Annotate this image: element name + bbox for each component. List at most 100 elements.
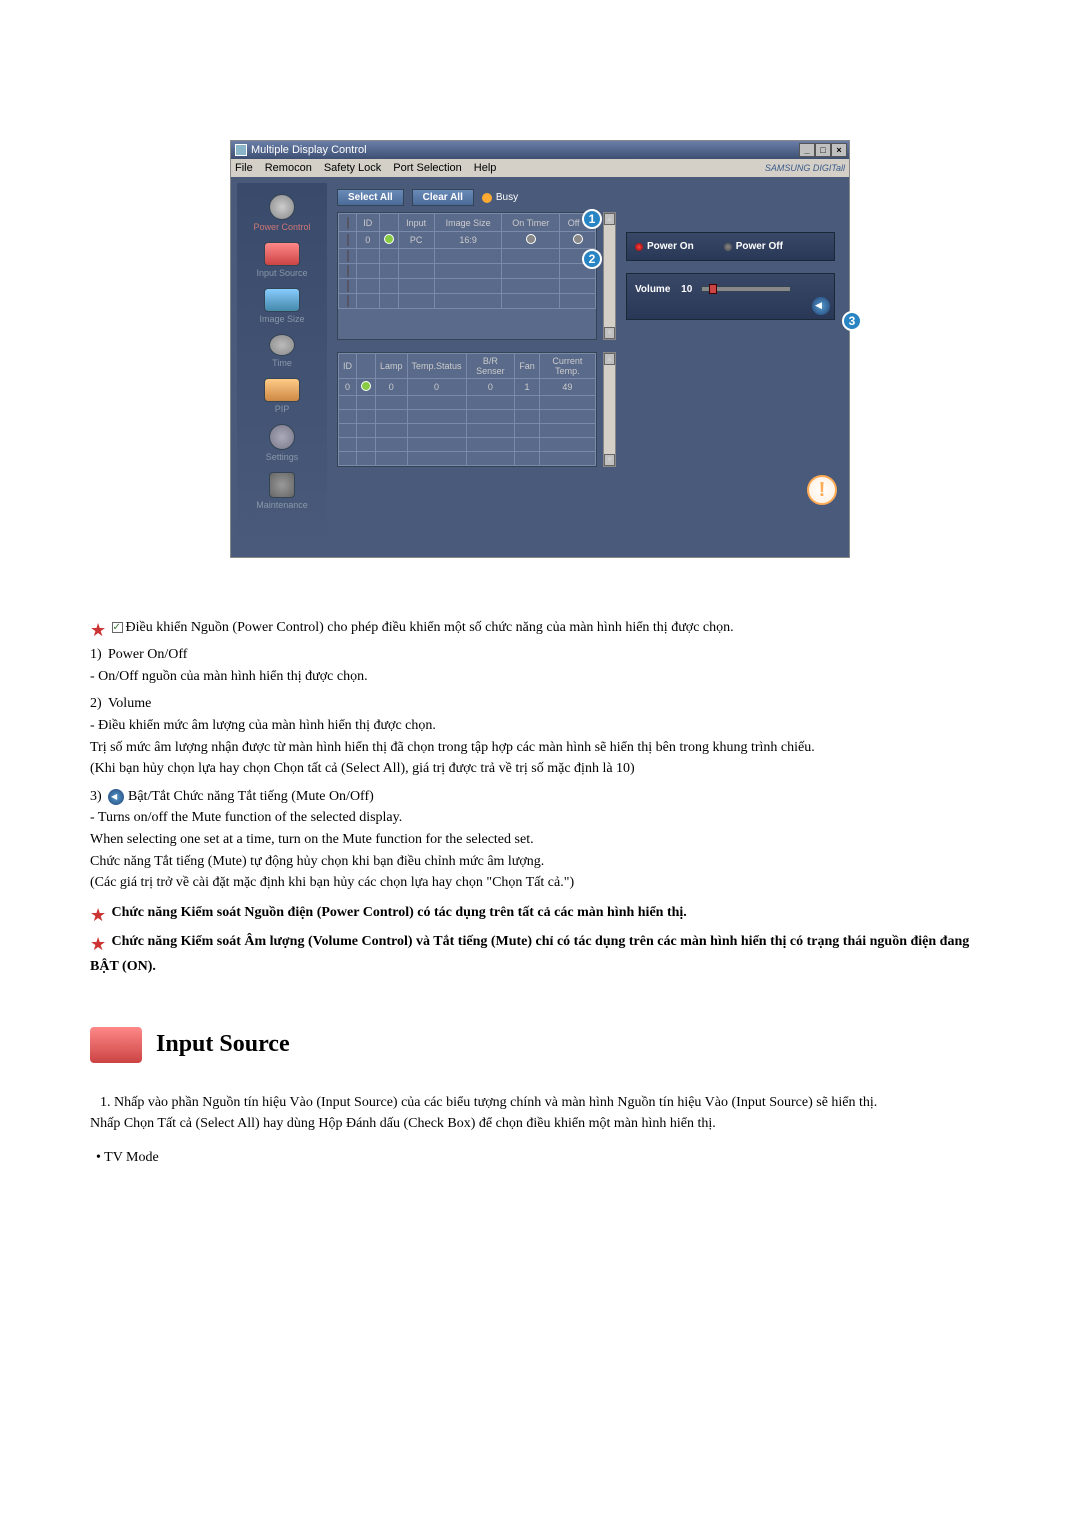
table-row[interactable] <box>339 424 596 438</box>
close-button[interactable]: × <box>831 143 847 157</box>
menu-remocon[interactable]: Remocon <box>265 162 312 174</box>
col2-lamp: Lamp <box>376 354 408 379</box>
section-title: Input Source <box>156 1028 290 1062</box>
cell-id: 0 <box>339 379 357 396</box>
table-row[interactable] <box>339 452 596 466</box>
callout-1: 1 <box>582 209 602 229</box>
window-title: Multiple Display Control <box>251 144 367 156</box>
sidebar-item-settings[interactable]: Settings <box>263 421 302 465</box>
radio-off-icon <box>724 243 732 251</box>
sidebar-label: Power Control <box>253 222 310 232</box>
item-title: Bật/Tắt Chức năng Tắt tiếng (Mute On/Off… <box>128 789 374 804</box>
window-buttons: _ □ × <box>799 143 847 157</box>
note-text: Chức năng Kiểm soát Nguồn điện (Power Co… <box>112 905 687 920</box>
table-row[interactable]: 0 PC 16:9 <box>339 232 596 249</box>
image-size-icon <box>264 288 300 312</box>
input-source-icon <box>90 1027 142 1063</box>
item-title: Volume <box>108 696 151 711</box>
cell-lamp: 0 <box>376 379 408 396</box>
power-off-button[interactable]: Power Off <box>724 241 783 252</box>
table-row[interactable] <box>339 279 596 294</box>
sidebar-label: Input Source <box>256 268 307 278</box>
warning-icon: ! <box>807 475 837 505</box>
timer-dot <box>526 234 536 244</box>
pip-icon <box>264 378 300 402</box>
timer-dot <box>573 234 583 244</box>
power-icon <box>269 194 295 220</box>
table-row[interactable] <box>339 264 596 279</box>
power-on-button[interactable]: Power On <box>635 241 694 252</box>
maintenance-icon <box>269 472 295 498</box>
table1-scrollbar[interactable]: ▲▼ <box>603 212 616 340</box>
document-body: ★ Điều khiển Nguồn (Power Control) cho p… <box>90 618 990 1167</box>
row-checkbox[interactable] <box>347 250 349 262</box>
right-controls: Power On Power Off Volume 10 3 <box>622 212 839 340</box>
menubar: File Remocon Safety Lock Port Selection … <box>231 159 849 177</box>
cell-br: 0 <box>466 379 515 396</box>
callout-3: 3 <box>842 311 862 331</box>
radio-on-icon <box>635 243 643 251</box>
table-row[interactable] <box>339 438 596 452</box>
table-row[interactable] <box>339 249 596 264</box>
tv-mode-text: • TV Mode <box>96 1148 990 1168</box>
clear-all-button[interactable]: Clear All <box>412 189 474 206</box>
list-text: Nhấp vào phần Nguồn tín hiệu Vào (Input … <box>114 1095 877 1110</box>
item-line: - On/Off nguồn của màn hình hiển thị đượ… <box>90 667 990 687</box>
busy-indicator: Busy <box>482 192 518 203</box>
header-checkbox[interactable] <box>347 217 349 229</box>
col-image-size: Image Size <box>434 214 502 232</box>
item-number: 3) <box>90 787 108 807</box>
power-on-label: Power On <box>647 241 694 252</box>
sidebar-item-pip[interactable]: PIP <box>261 375 303 417</box>
sidebar-item-maintenance[interactable]: Maintenance <box>253 469 311 513</box>
col2-id: ID <box>339 354 357 379</box>
sidebar-item-image-size[interactable]: Image Size <box>256 285 307 327</box>
volume-slider[interactable] <box>701 286 791 292</box>
status-area: ! <box>333 467 843 513</box>
cell-temp: 49 <box>539 379 595 396</box>
row-checkbox[interactable] <box>347 295 349 307</box>
col-input: Input <box>398 214 434 232</box>
sidebar-item-power-control[interactable]: Power Control <box>250 191 313 235</box>
busy-label: Busy <box>496 192 518 203</box>
sidebar-item-input-source[interactable]: Input Source <box>253 239 310 281</box>
table-row[interactable]: 0 0 0 0 1 49 <box>339 379 596 396</box>
settings-icon <box>269 424 295 450</box>
busy-dot-icon <box>482 193 492 203</box>
input-source-icon <box>264 242 300 266</box>
col-id: ID <box>357 214 380 232</box>
list-number: 1. <box>100 1095 111 1110</box>
row-checkbox[interactable] <box>347 265 349 277</box>
item-number: 1) <box>90 645 108 665</box>
table-row[interactable] <box>339 396 596 410</box>
maximize-button[interactable]: □ <box>815 143 831 157</box>
menu-help[interactable]: Help <box>474 162 497 174</box>
row-checkbox[interactable] <box>347 280 349 292</box>
col-status <box>379 214 398 232</box>
item-title: Power On/Off <box>108 647 187 662</box>
menu-file[interactable]: File <box>235 162 253 174</box>
row-checkbox[interactable] <box>347 234 349 246</box>
sidebar: Power Control Input Source Image Size Ti… <box>237 183 327 551</box>
col2-status <box>357 354 376 379</box>
sidebar-label: Maintenance <box>256 500 308 510</box>
table-row[interactable] <box>339 410 596 424</box>
table2-scrollbar[interactable]: ▲▼ <box>603 352 616 467</box>
slider-thumb[interactable] <box>709 284 717 294</box>
note-text: Chức năng Kiểm soát Âm lượng (Volume Con… <box>90 934 969 974</box>
item-line: (Các giá trị trở về cài đặt mặc định khi… <box>90 873 990 893</box>
select-all-button[interactable]: Select All <box>337 189 404 206</box>
volume-label: Volume <box>635 284 670 295</box>
time-icon <box>269 334 295 356</box>
star-icon: ★ <box>90 932 108 957</box>
sidebar-item-time[interactable]: Time <box>266 331 298 371</box>
table-row[interactable] <box>339 294 596 309</box>
mute-icon[interactable] <box>812 297 830 315</box>
menu-safety-lock[interactable]: Safety Lock <box>324 162 381 174</box>
list-text: Nhấp Chọn Tất cả (Select All) hay dùng H… <box>90 1114 990 1134</box>
cell-fan: 1 <box>515 379 540 396</box>
menu-port-selection[interactable]: Port Selection <box>393 162 461 174</box>
minimize-button[interactable]: _ <box>799 143 815 157</box>
section-header: Input Source <box>90 1027 990 1063</box>
status-dot-icon <box>384 234 394 244</box>
